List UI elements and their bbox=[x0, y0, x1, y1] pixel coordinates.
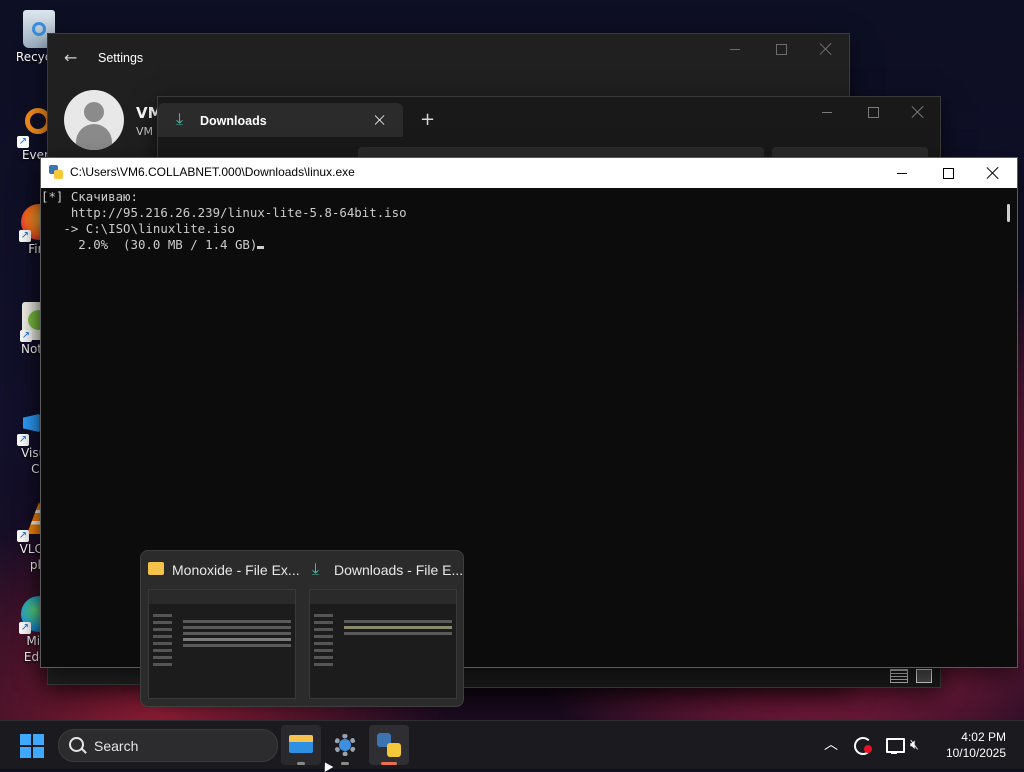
python-icon bbox=[49, 165, 63, 179]
thumbnail-title[interactable]: Downloads - File E... bbox=[334, 562, 463, 578]
network-icon[interactable] bbox=[883, 734, 905, 756]
console-line: 2.0% (30.0 MB / 1.4 GB) bbox=[41, 237, 258, 252]
taskbar-search-box[interactable]: Search bbox=[58, 729, 278, 762]
close-button[interactable] bbox=[803, 34, 849, 64]
folder-icon bbox=[289, 735, 313, 753]
console-titlebar[interactable]: C:\Users\VM6.COLLABNET.000\Downloads\lin… bbox=[41, 158, 1017, 188]
taskbar-python-console[interactable] bbox=[369, 725, 409, 765]
sync-icon[interactable] bbox=[851, 734, 873, 756]
close-button[interactable] bbox=[895, 97, 941, 127]
minimize-button[interactable] bbox=[712, 34, 758, 64]
shortcut-arrow-icon: ↗ bbox=[17, 136, 29, 148]
taskbar-settings[interactable] bbox=[325, 725, 365, 765]
console-line: [*] Скачиваю: bbox=[41, 189, 138, 204]
shortcut-arrow-icon: ↗ bbox=[17, 434, 29, 446]
minimize-button[interactable] bbox=[879, 158, 925, 188]
shortcut-arrow-icon: ↗ bbox=[20, 330, 32, 342]
console-output[interactable]: [*] Скачиваю: http://95.216.26.239/linux… bbox=[41, 188, 407, 253]
console-line: -> C:\ISO\linuxlite.iso bbox=[41, 221, 235, 236]
text-cursor bbox=[257, 246, 265, 249]
download-icon: ⤓ bbox=[312, 559, 320, 578]
explorer-tab[interactable]: ⤓ Downloads bbox=[158, 103, 403, 137]
close-button[interactable] bbox=[970, 158, 1016, 188]
windows-logo-icon bbox=[20, 734, 44, 758]
maximize-button[interactable] bbox=[850, 97, 896, 127]
tab-close-icon[interactable] bbox=[374, 114, 386, 126]
shortcut-arrow-icon: ↗ bbox=[19, 230, 31, 242]
maximize-button[interactable] bbox=[925, 158, 971, 188]
thumbnail-monoxide[interactable] bbox=[148, 589, 296, 699]
shortcut-arrow-icon: ↗ bbox=[19, 622, 31, 634]
search-label: Search bbox=[94, 738, 139, 754]
thumbnail-downloads[interactable] bbox=[309, 589, 457, 699]
details-view-icon[interactable] bbox=[890, 669, 908, 683]
avatar bbox=[64, 90, 124, 150]
back-arrow-icon[interactable]: ← bbox=[64, 48, 77, 67]
volume-muted-icon[interactable]: 🔇︎ bbox=[910, 734, 932, 756]
user-email: VM bbox=[136, 125, 154, 138]
taskbar: Search ︿ 🔇︎ 4:02 PM 10/10/2025 bbox=[0, 720, 1024, 769]
python-icon bbox=[377, 733, 401, 757]
chevron-up-icon[interactable]: ︿ bbox=[820, 734, 842, 756]
clock-date: 10/10/2025 bbox=[945, 746, 1006, 760]
new-tab-button[interactable]: + bbox=[420, 109, 435, 130]
taskbar-file-explorer[interactable] bbox=[281, 725, 321, 765]
maximize-button[interactable] bbox=[758, 34, 804, 64]
clock[interactable]: 4:02 PM 10/10/2025 bbox=[946, 729, 1006, 761]
console-line: http://95.216.26.239/linux-lite-5.8-64bi… bbox=[41, 205, 407, 220]
shortcut-arrow-icon: ↗ bbox=[17, 530, 29, 542]
tab-label: Downloads bbox=[200, 114, 267, 128]
minimize-button[interactable] bbox=[804, 97, 850, 127]
folder-icon bbox=[148, 562, 164, 575]
download-icon: ⤓ bbox=[176, 109, 184, 128]
thumbnail-title[interactable]: Monoxide - File Ex... bbox=[172, 562, 300, 578]
console-title: C:\Users\VM6.COLLABNET.000\Downloads\lin… bbox=[70, 165, 355, 179]
tiles-view-icon[interactable] bbox=[916, 669, 932, 683]
settings-title: Settings bbox=[98, 51, 144, 65]
console-scrollbar[interactable] bbox=[1007, 204, 1010, 222]
taskbar-preview-flyout: Monoxide - File Ex... ⤓ Downloads - File… bbox=[140, 550, 464, 707]
clock-time: 4:02 PM bbox=[961, 730, 1006, 744]
start-button[interactable] bbox=[20, 734, 44, 758]
